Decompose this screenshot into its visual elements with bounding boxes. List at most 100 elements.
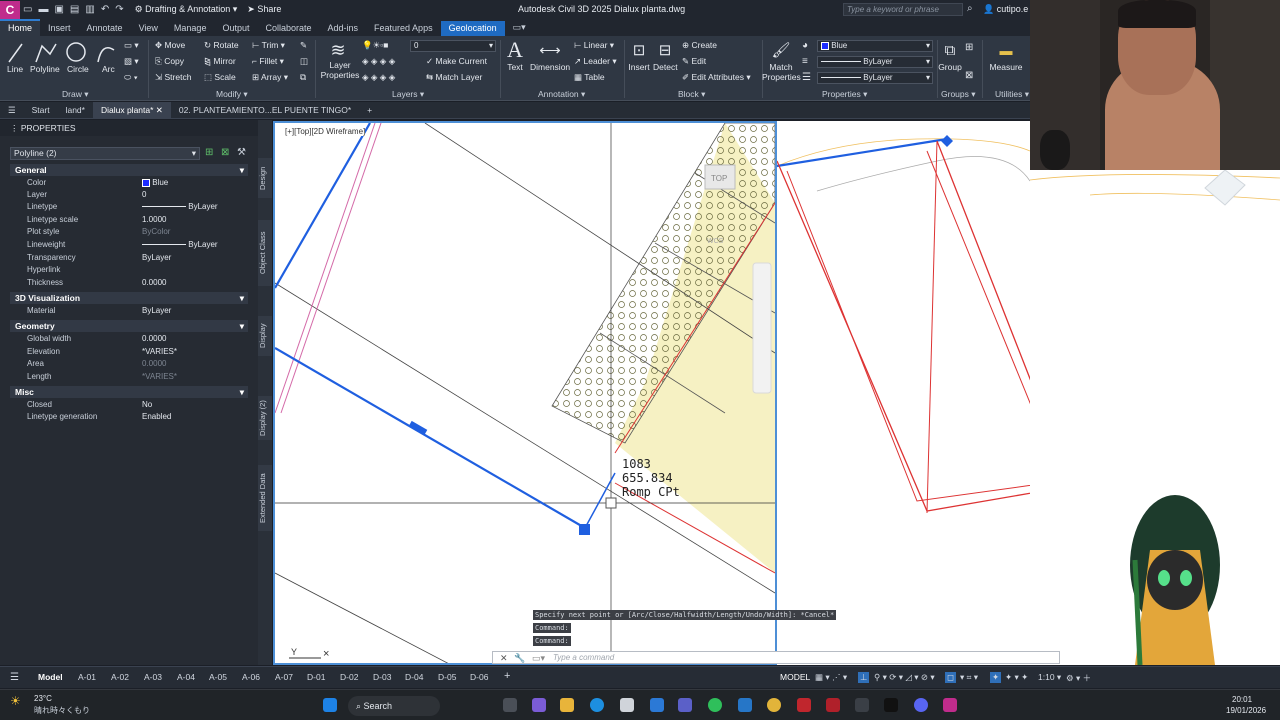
layout-tab[interactable]: D-05 xyxy=(438,672,456,682)
teams-icon[interactable] xyxy=(678,698,692,712)
layout-tab[interactable]: A-02 xyxy=(111,672,129,682)
insert-button[interactable]: ⊡ Insert xyxy=(628,40,650,72)
close-icon[interactable]: ✕ xyxy=(156,105,163,115)
tab-manage[interactable]: Manage xyxy=(166,21,215,36)
layout-tab[interactable]: D-04 xyxy=(405,672,423,682)
mirror-button[interactable]: ⧎ Mirror xyxy=(204,56,236,67)
grip[interactable] xyxy=(941,135,953,147)
app-logo[interactable]: C xyxy=(0,0,20,19)
edge-icon[interactable] xyxy=(590,698,604,712)
group-select-icon[interactable]: ⊠ xyxy=(965,70,973,81)
doc-tab-land[interactable]: land* xyxy=(58,102,93,119)
tab-output[interactable]: Output xyxy=(214,21,257,36)
prop-row[interactable]: Linetype generation Enabled xyxy=(10,411,248,423)
annotation-visibility-icon[interactable]: ✦ xyxy=(990,672,1002,683)
layer-properties-button[interactable]: ≋ Layer Properties xyxy=(320,40,360,80)
side-tab-design[interactable]: Design xyxy=(258,158,272,198)
lineweight-dropdown[interactable]: ByLayer ▾ xyxy=(817,72,933,84)
share-button[interactable]: ➤ Share xyxy=(247,4,281,15)
properties-panel-label[interactable]: Properties ▾ xyxy=(822,89,867,100)
section-geometry[interactable]: Geometry ▾ xyxy=(10,320,248,332)
layout-tab[interactable]: A-06 xyxy=(242,672,260,682)
revit-icon[interactable] xyxy=(826,698,840,712)
wcs-label[interactable]: WCS xyxy=(707,238,724,245)
prop-row[interactable]: Linetype scale 1.0000 xyxy=(10,214,248,226)
dimension-button[interactable]: ⟷ Dimension xyxy=(530,40,570,72)
linetype-dropdown[interactable]: ByLayer ▾ xyxy=(817,56,933,68)
stretch-button[interactable]: ⇲ Stretch xyxy=(155,72,191,83)
trim-button[interactable]: ⊢ Trim ▾ xyxy=(252,40,285,51)
discord-icon[interactable] xyxy=(914,698,928,712)
layout-tab[interactable]: A-05 xyxy=(209,672,227,682)
make-current-button[interactable]: ✓ Make Current xyxy=(426,56,487,67)
tab-home[interactable]: Home xyxy=(0,19,41,36)
ortho-icon[interactable]: ⊥ xyxy=(858,672,870,683)
vscode-icon[interactable] xyxy=(738,698,752,712)
layers-panel-label[interactable]: Layers ▾ xyxy=(392,89,424,100)
layer-state-icons[interactable]: 💡☀▫■ xyxy=(362,40,388,51)
chrome-icon[interactable] xyxy=(767,698,781,712)
offset-icon[interactable]: ⧉ xyxy=(300,72,306,83)
doc-tab-dialux-planta[interactable]: Dialux planta* ✕ xyxy=(92,101,171,119)
grid-icon[interactable]: ▦ ▾ ⋰ ▾ xyxy=(815,672,847,683)
polyline-button[interactable]: Polyline xyxy=(30,64,60,74)
application-menu-icon[interactable]: ☰ xyxy=(0,102,24,119)
section-general[interactable]: General ▾ xyxy=(10,164,248,176)
layout-tab[interactable]: A-07 xyxy=(275,672,293,682)
app-icon[interactable] xyxy=(855,698,869,712)
layout-tab-model[interactable]: Model xyxy=(38,672,63,682)
annotation-scale-icon[interactable]: ✦ ▾ ✦ xyxy=(1005,672,1028,683)
section-misc[interactable]: Misc ▾ xyxy=(10,386,248,398)
section-3d-visualization[interactable]: 3D Visualization ▾ xyxy=(10,292,248,304)
move-button[interactable]: ✥ Move xyxy=(155,40,185,51)
layer-tools-icons[interactable]: ◈ ◈ ◈ ◈ xyxy=(362,56,395,67)
prop-row[interactable]: Area 0.0000 xyxy=(10,358,248,370)
tab-featured-apps[interactable]: Featured Apps xyxy=(366,21,441,36)
prop-row[interactable]: Color Blue xyxy=(10,177,248,189)
draw-panel-label[interactable]: Draw ▾ xyxy=(62,89,88,100)
rotate-button[interactable]: ↻ Rotate xyxy=(204,40,239,51)
tab-geolocation[interactable]: Geolocation xyxy=(440,21,505,36)
tab-insert[interactable]: Insert xyxy=(40,21,79,36)
layout-tab[interactable]: A-04 xyxy=(177,672,195,682)
save-icon[interactable]: ▣ xyxy=(54,4,63,15)
annotation-scale-dropdown[interactable]: 1:10 ▾ xyxy=(1038,672,1061,683)
outlook-icon[interactable] xyxy=(650,698,664,712)
prop-row[interactable]: Closed No xyxy=(10,399,248,411)
selected-polyline[interactable] xyxy=(275,347,586,529)
circle-button[interactable]: Circle xyxy=(67,64,89,74)
snap-tracking-icon[interactable]: ▾ ⌗ ▾ xyxy=(960,672,978,683)
clock-time[interactable]: 20:01 xyxy=(1232,695,1252,704)
doc-tab-planteamiento[interactable]: 02. PLANTEAMIENTO...EL PUENTE TINGO* xyxy=(171,102,359,119)
ellipse-icon[interactable]: ⬭ ▾ xyxy=(124,72,138,83)
annotation-panel-label[interactable]: Annotation ▾ xyxy=(538,89,585,100)
arc-button[interactable]: Arc xyxy=(102,64,115,74)
weather-text[interactable]: 晴れ時々くもり xyxy=(34,705,90,716)
plot-icon[interactable]: ▥ xyxy=(85,4,94,15)
match-properties-button[interactable]: 🖌 Match Properties xyxy=(762,40,801,82)
explode-icon[interactable]: ◫ xyxy=(300,56,308,67)
prop-row[interactable]: Elevation *VARIES* xyxy=(10,346,248,358)
block-panel-label[interactable]: Block ▾ xyxy=(678,89,705,100)
weather-icon[interactable]: ☀ xyxy=(10,694,21,708)
scale-button[interactable]: ⬚ Scale xyxy=(204,72,236,83)
secondary-viewport[interactable] xyxy=(777,121,1030,665)
prop-row[interactable]: Layer 0 xyxy=(10,189,248,201)
prop-row[interactable]: Hyperlink xyxy=(10,264,248,276)
weather-temp[interactable]: 23°C xyxy=(34,694,52,703)
prop-row[interactable]: Plot style ByColor xyxy=(10,226,248,238)
tab-view[interactable]: View xyxy=(131,21,166,36)
search-icon[interactable]: ⌕ xyxy=(967,3,973,14)
polar-icon[interactable]: ⚲ ▾ ⟳ ▾ ◿ ▾ ⊘ ▾ xyxy=(874,672,935,683)
edit-attributes-button[interactable]: ✐ Edit Attributes ▾ xyxy=(682,72,751,83)
redo-icon[interactable]: ↷ xyxy=(115,4,123,15)
array-button[interactable]: ⊞ Array ▾ xyxy=(252,72,288,83)
match-layer-button[interactable]: ⇆ Match Layer xyxy=(426,72,482,83)
endpoint-grip[interactable] xyxy=(579,524,590,535)
selected-polyline[interactable] xyxy=(275,123,371,289)
task-view-icon[interactable] xyxy=(503,698,517,712)
drawing-viewport[interactable]: 1083 655.834 Romp CPt TOP WCS Y × [+][To… xyxy=(273,121,777,665)
group-button[interactable]: ⧉ Group xyxy=(938,40,962,72)
layout-tab[interactable]: A-01 xyxy=(78,672,96,682)
customize-icon[interactable]: 🔧 xyxy=(514,653,525,664)
